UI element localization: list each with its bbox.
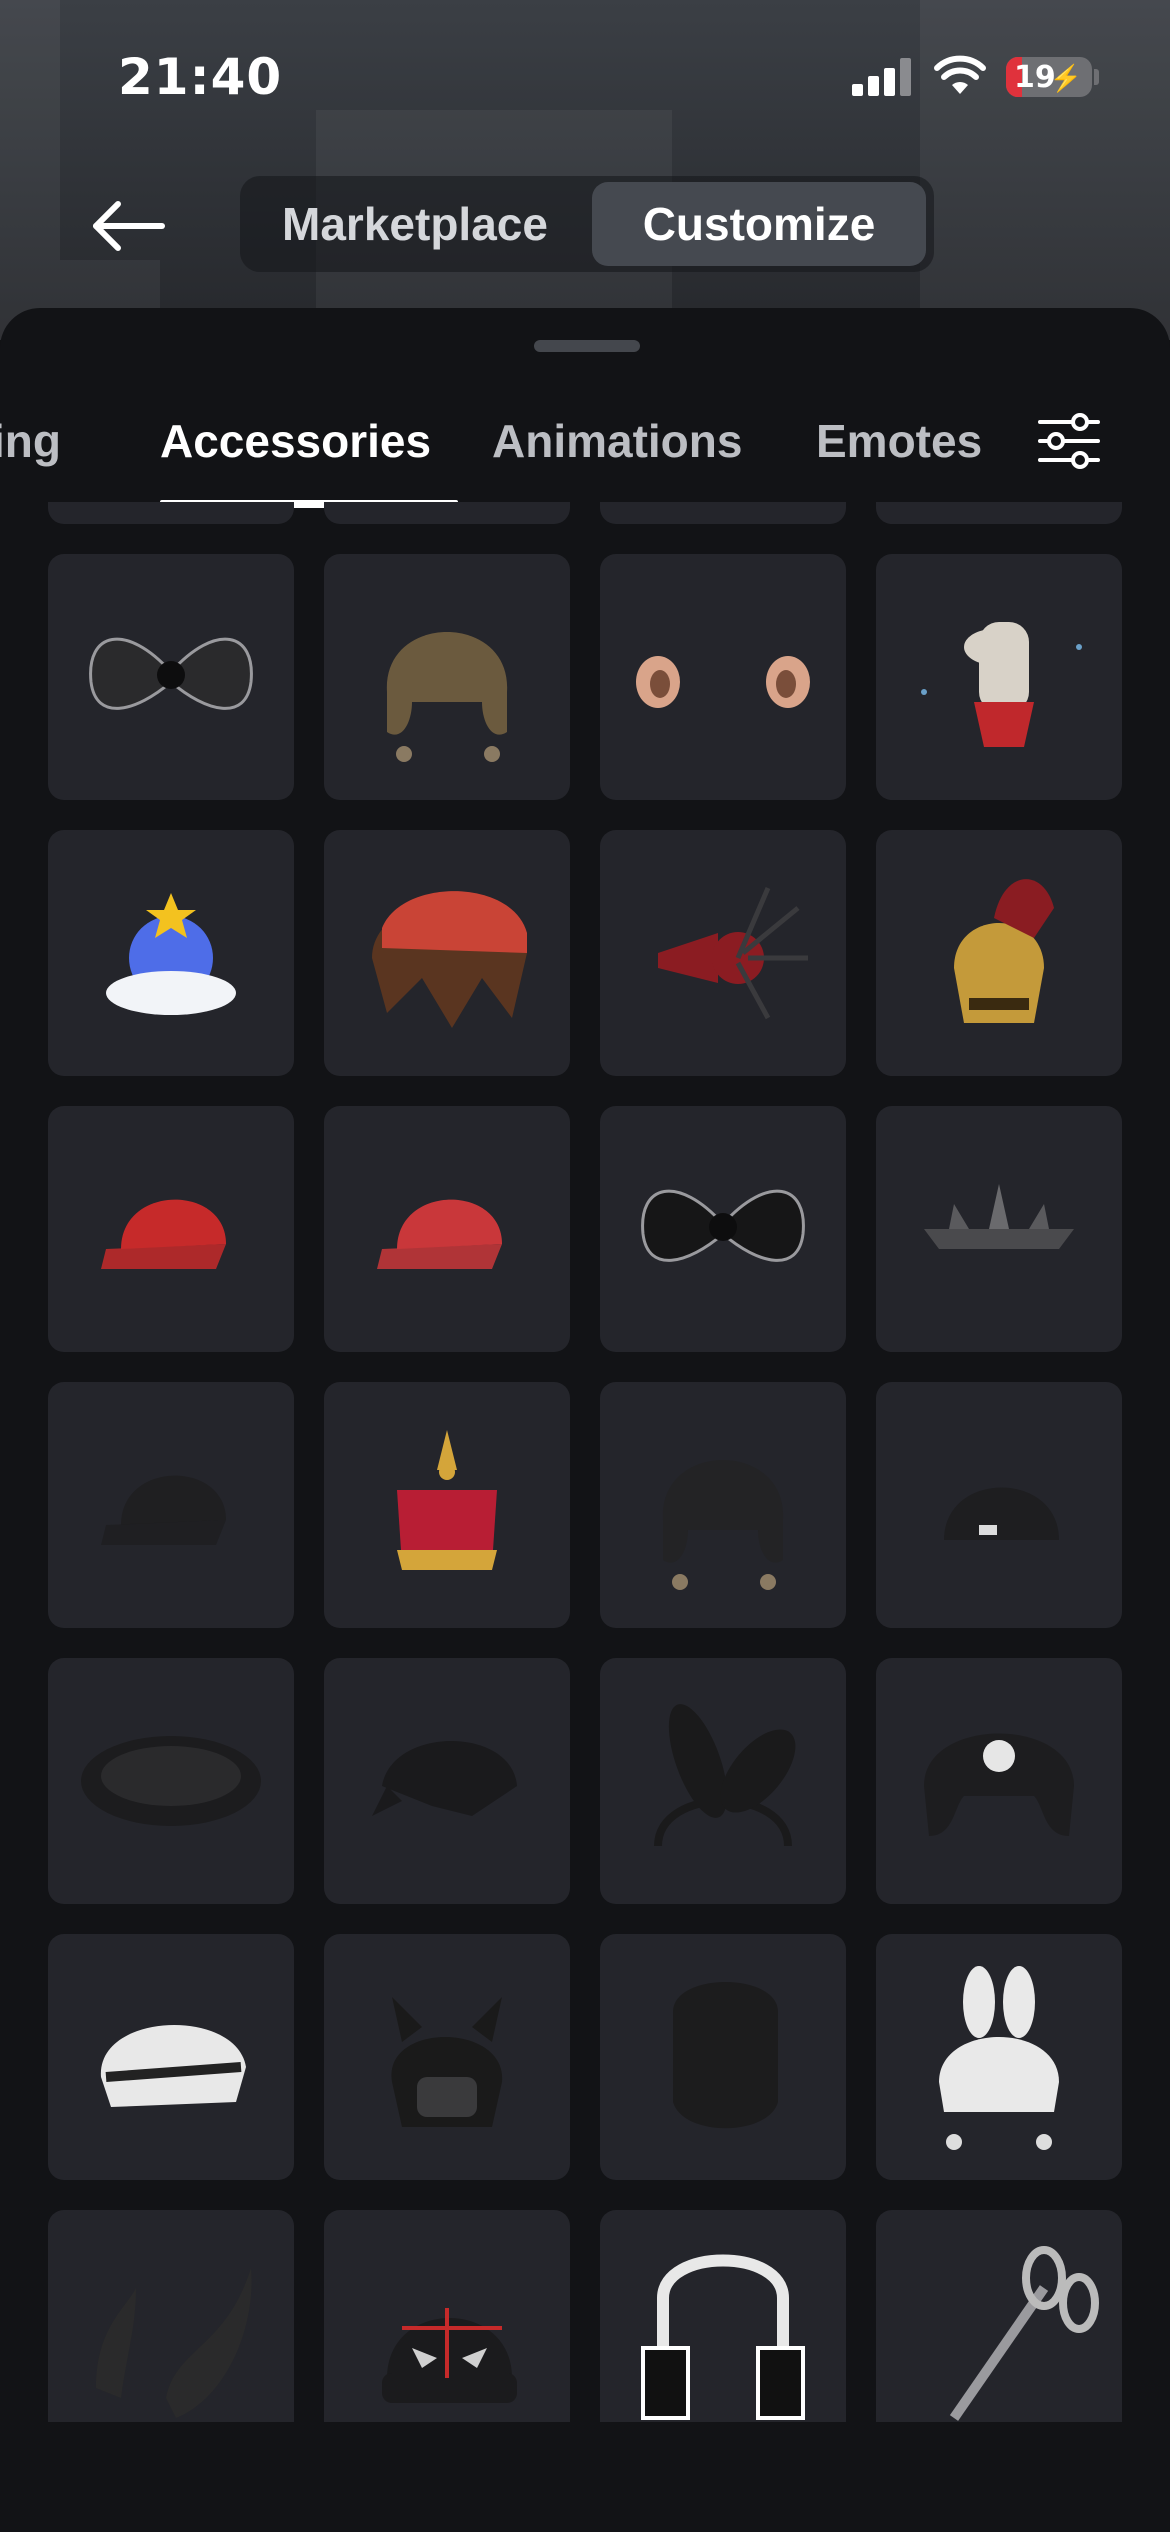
status-time: 21:40 [118, 48, 283, 106]
accessory-item-black-bow[interactable] [48, 554, 294, 800]
spider-beanie-thumbnail [382, 2308, 517, 2403]
accessory-item-top-partial-4[interactable] [876, 502, 1122, 524]
signal-icon [852, 58, 912, 96]
status-bar: 21:40 19 ⚡ [0, 0, 1170, 150]
accessory-item-scissors-headband[interactable] [876, 2210, 1122, 2422]
accessory-item-top-partial-1[interactable] [48, 502, 294, 524]
accessory-item-white-bunny-beanie[interactable] [876, 1934, 1122, 2180]
black-helmet-hood-thumbnail [673, 1982, 778, 2129]
llama-scarf-thumbnail [921, 622, 1082, 747]
sheet-grabber[interactable] [534, 340, 640, 352]
tab-customize[interactable]: Customize [592, 182, 926, 266]
battery-cap [1094, 69, 1099, 85]
black-cap-thumbnail [101, 1475, 226, 1545]
tab-clothing[interactable]: ing [0, 414, 61, 468]
roblox-r-cap-thumbnail [377, 1199, 502, 1269]
accessory-item-roblox-r-cap[interactable] [324, 1106, 570, 1352]
sheet-bottom [0, 2422, 1170, 2532]
white-bunny-beanie-thumbnail [939, 1966, 1059, 2150]
back-button[interactable] [88, 196, 168, 256]
charging-bolt-icon: ⚡ [1049, 63, 1082, 93]
red-spiked-mask-thumbnail [658, 887, 808, 1020]
arrow-left-icon [93, 201, 165, 251]
red-cap-bulls-thumbnail [101, 1199, 226, 1269]
black-fur-hat-thumbnail [662, 1460, 784, 1590]
dark-winged-crown-thumbnail [924, 1184, 1074, 1249]
accessory-item-llama-scarf[interactable] [876, 554, 1122, 800]
devil-hood-thumbnail [391, 1997, 503, 2127]
red-gold-crown-thumbnail [397, 1430, 497, 1570]
accessory-item-red-spiked-mask[interactable] [600, 830, 846, 1076]
accessory-item-black-fur-beret[interactable] [48, 1658, 294, 1904]
accessory-item-black-cap[interactable] [48, 1382, 294, 1628]
bear-ears-thumbnail [636, 656, 810, 708]
accessory-item-red-beanie-hair[interactable] [324, 830, 570, 1076]
lace-bunny-ears-thumbnail [654, 1704, 796, 1847]
black-bandana-thumbnail [372, 1741, 517, 1816]
accessories-grid [0, 502, 1170, 2422]
accessory-item-black-fitted-cap[interactable] [876, 1382, 1122, 1628]
accessory-item-bear-ears[interactable] [600, 554, 846, 800]
accessory-item-black-bow-headband[interactable] [600, 1106, 846, 1352]
accessory-item-top-partial-3[interactable] [600, 502, 846, 524]
tab-animations[interactable]: Animations [492, 414, 742, 468]
wifi-icon [934, 55, 986, 94]
sliders-icon [1038, 413, 1100, 469]
accessory-item-black-helmet-hood[interactable] [600, 1934, 846, 2180]
skull-ushanka-thumbnail [924, 1733, 1074, 1836]
black-horns-thumbnail [96, 2268, 252, 2418]
golden-plumed-helmet-thumbnail [954, 879, 1054, 1023]
accessory-item-spider-beanie[interactable] [324, 2210, 570, 2422]
accessory-item-devil-hood[interactable] [324, 1934, 570, 2180]
black-bow-thumbnail [89, 637, 253, 710]
accessory-item-black-horns[interactable] [48, 2210, 294, 2422]
filter-button[interactable] [1036, 408, 1102, 474]
pixel-headphones-thumbnail [641, 2254, 805, 2420]
tab-accessories[interactable]: Accessories [160, 414, 431, 468]
accessory-item-red-cap-bulls[interactable] [48, 1106, 294, 1352]
red-beanie-hair-thumbnail [372, 891, 527, 1028]
accessory-item-checkered-keffiyeh[interactable] [48, 1934, 294, 2180]
accessory-item-lace-bunny-ears[interactable] [600, 1658, 846, 1904]
marketplace-customize-toggle: Marketplace Customize [240, 176, 934, 272]
battery-charging-icon: 19 ⚡ [1006, 57, 1092, 97]
scissors-headband-thumbnail [949, 2246, 1099, 2421]
black-fur-beret-thumbnail [81, 1736, 261, 1826]
accessory-item-star-cloud-hat[interactable] [48, 830, 294, 1076]
accessory-item-black-bandana[interactable] [324, 1658, 570, 1904]
tab-emotes[interactable]: Emotes [816, 414, 982, 468]
accessory-item-black-fur-hat[interactable] [600, 1382, 846, 1628]
accessory-item-dark-winged-crown[interactable] [876, 1106, 1122, 1352]
black-fitted-cap-thumbnail [944, 1487, 1059, 1540]
category-tabs: ing Accessories Animations Emotes [0, 400, 1170, 510]
star-cloud-hat-thumbnail [106, 893, 236, 1015]
customize-sheet: ing Accessories Animations Emotes [0, 308, 1170, 2532]
accessory-item-leopard-trapper-hat[interactable] [324, 554, 570, 800]
tab-marketplace[interactable]: Marketplace [250, 182, 580, 266]
accessory-item-top-partial-2[interactable] [324, 502, 570, 524]
checkered-keffiyeh-thumbnail [100, 2024, 246, 2107]
accessory-item-pixel-headphones[interactable] [600, 2210, 846, 2422]
accessory-item-golden-plumed-helmet[interactable] [876, 830, 1122, 1076]
black-bow-headband-thumbnail [641, 1189, 805, 1262]
accessory-item-red-gold-crown[interactable] [324, 1382, 570, 1628]
accessory-item-skull-ushanka[interactable] [876, 1658, 1122, 1904]
leopard-trapper-hat-thumbnail [386, 632, 508, 762]
